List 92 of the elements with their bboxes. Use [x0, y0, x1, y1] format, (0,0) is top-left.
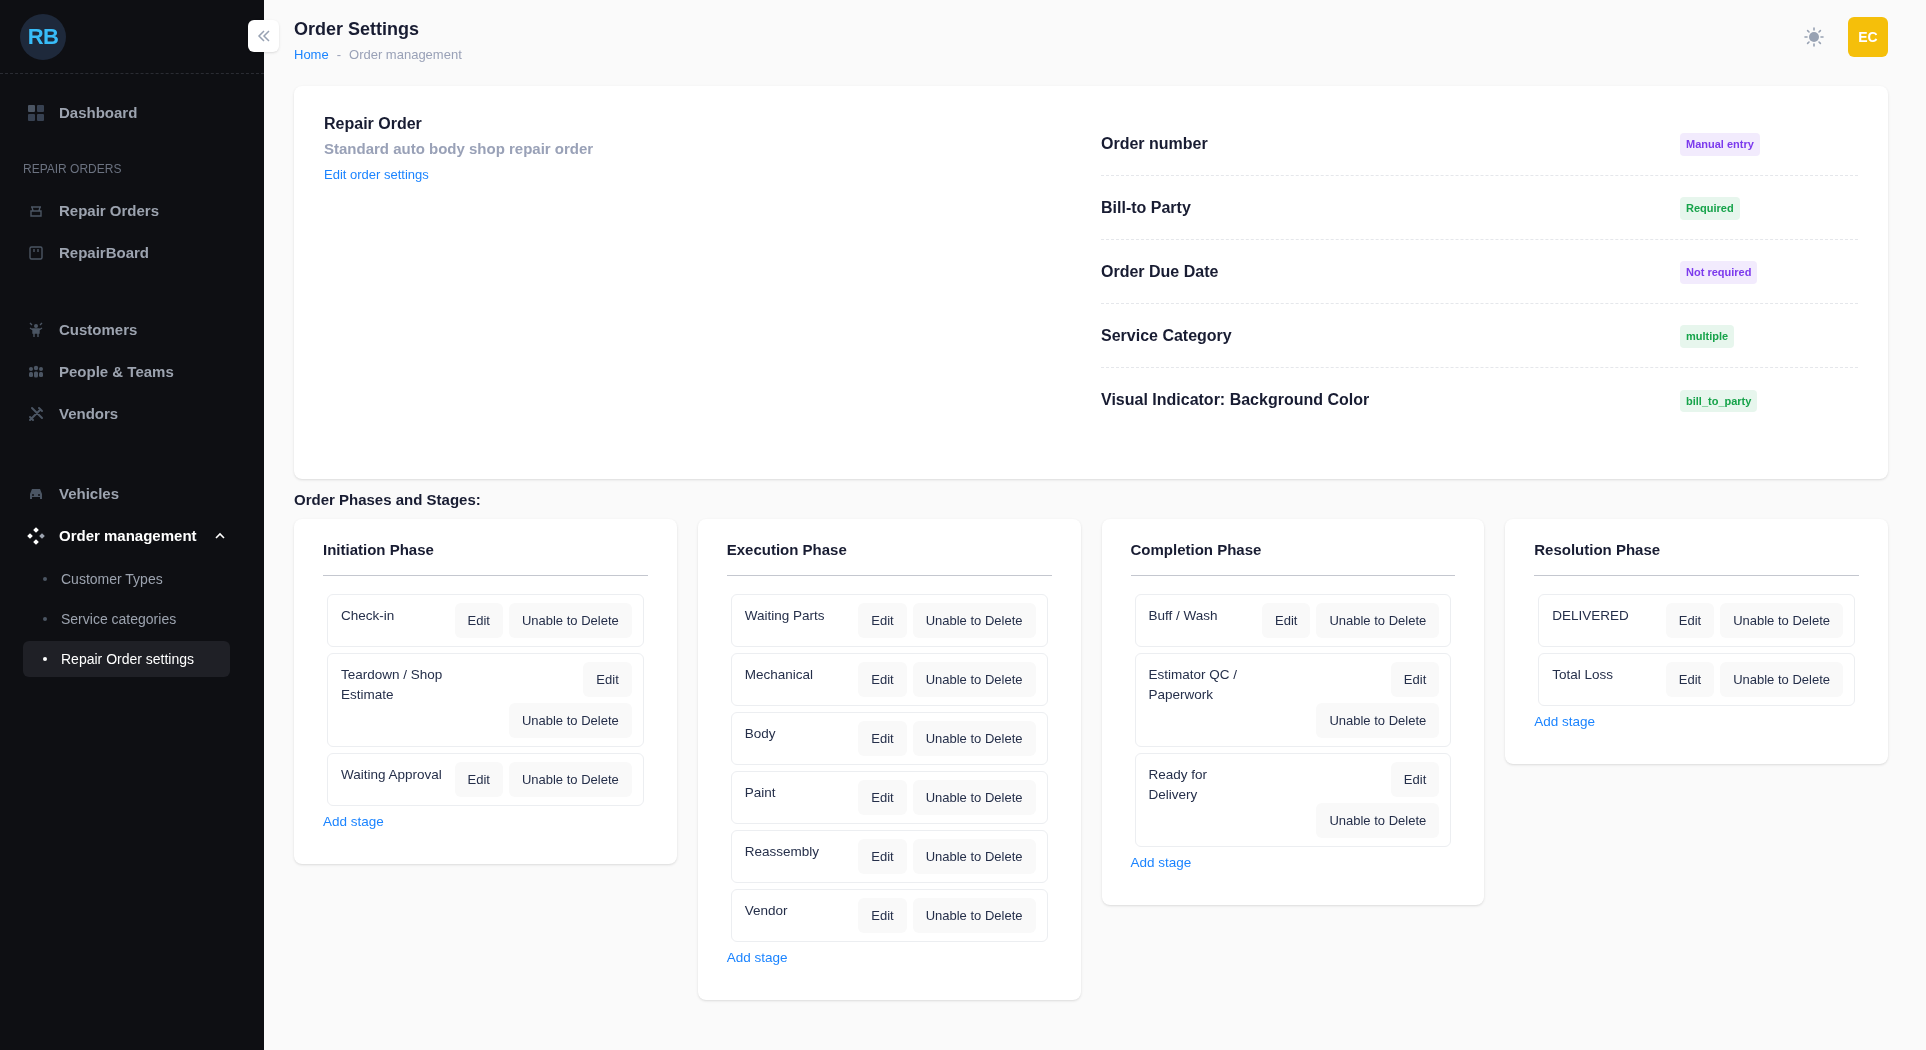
- stage-button[interactable]: Unable to Delete: [1720, 662, 1843, 697]
- stage-button[interactable]: Edit: [1262, 603, 1311, 638]
- stage-button[interactable]: Edit: [1665, 603, 1715, 638]
- car-icon: [27, 486, 45, 502]
- stage-button[interactable]: Edit: [858, 603, 907, 638]
- sun-icon[interactable]: [1804, 27, 1824, 47]
- stage-button[interactable]: Unable to Delete: [912, 839, 1036, 874]
- phases-heading: Order Phases and Stages:: [294, 490, 482, 510]
- stage-name: Vendor: [744, 902, 789, 920]
- add-stage-link[interactable]: Add stage: [1130, 853, 1192, 874]
- stage-button[interactable]: Unable to Delete: [1316, 803, 1440, 838]
- grid-icon: [27, 104, 45, 122]
- person-icon: [28, 322, 44, 338]
- status-badge: bill_to_party: [1680, 389, 1758, 413]
- sidebar-item[interactable]: People & Teams: [23, 351, 230, 393]
- stage-name: Total Loss: [1552, 666, 1615, 684]
- stage-button[interactable]: Unable to Delete: [912, 721, 1036, 756]
- status-badge: Manual entry: [1680, 133, 1760, 156]
- breadcrumb-text: -: [336, 46, 342, 64]
- logo[interactable]: RB: [20, 13, 66, 60]
- phase-title: Initiation Phase: [323, 538, 648, 576]
- tools-icon: [28, 406, 44, 422]
- sidebar-item[interactable]: RepairBoard: [23, 232, 230, 274]
- stage-button[interactable]: Edit: [858, 780, 907, 815]
- stage-name: Paint: [744, 784, 777, 802]
- diamond-grid-icon: [27, 527, 45, 545]
- stage-name: Mechanical: [744, 666, 815, 684]
- setting-label: Service Category: [1101, 325, 1233, 346]
- stage-button[interactable]: Edit: [1390, 662, 1440, 697]
- stage-button[interactable]: Unable to Delete: [912, 662, 1036, 697]
- stage-name: Body: [744, 725, 777, 743]
- phase-title: Execution Phase: [726, 538, 1052, 576]
- stage-button[interactable]: Unable to Delete: [508, 703, 632, 738]
- stage-button[interactable]: Unable to Delete: [1316, 703, 1440, 738]
- page-title: Order Settings: [294, 18, 421, 41]
- setting-label: Order number: [1101, 133, 1209, 154]
- add-stage-link[interactable]: Add stage: [1534, 712, 1596, 733]
- add-stage-link[interactable]: Add stage: [726, 948, 788, 969]
- phase-title: Completion Phase: [1130, 538, 1456, 576]
- submenu-item[interactable]: Service categories: [23, 601, 230, 637]
- stage-button[interactable]: Unable to Delete: [912, 603, 1036, 638]
- submenu-item[interactable]: Repair Order settings: [23, 641, 230, 677]
- status-badge: multiple: [1680, 325, 1735, 348]
- stage-name: Ready for Delivery: [1148, 766, 1209, 805]
- edit-order-settings-link[interactable]: Edit order settings: [324, 164, 429, 184]
- tray-icon: [28, 203, 44, 219]
- stage-button[interactable]: Unable to Delete: [508, 603, 632, 638]
- stage-button[interactable]: Unable to Delete: [508, 762, 632, 797]
- stage-button[interactable]: Edit: [1390, 762, 1440, 797]
- sidebar-item[interactable]: Vehicles: [23, 473, 230, 515]
- setting-label: Visual Indicator: Background Color: [1101, 390, 1371, 410]
- people-icon: [27, 364, 45, 380]
- double-chevron-left-icon: [256, 30, 271, 42]
- stage-button[interactable]: Edit: [583, 662, 632, 697]
- stage-name: Waiting Approval: [341, 766, 442, 784]
- stage-button[interactable]: Edit: [858, 898, 907, 933]
- status-badge: Not required: [1680, 261, 1758, 284]
- stage-button[interactable]: Unable to Delete: [912, 898, 1036, 933]
- section-label: REPAIR ORDERS: [23, 161, 123, 178]
- stage-button[interactable]: Edit: [454, 762, 503, 797]
- order-description: Standard auto body shop repair order: [324, 139, 595, 159]
- stage-button[interactable]: Edit: [858, 662, 907, 697]
- breadcrumb-text: Order management: [349, 46, 462, 64]
- submenu-item[interactable]: Customer Types: [23, 561, 230, 597]
- stage-button[interactable]: Unable to Delete: [1720, 603, 1843, 638]
- sidebar-item[interactable]: Dashboard: [23, 92, 230, 134]
- setting-label: Bill-to Party: [1101, 197, 1192, 218]
- stage-name: Estimator QC / Paperwork: [1148, 666, 1238, 705]
- add-stage-link[interactable]: Add stage: [323, 812, 384, 833]
- stage-name: Reassembly: [744, 843, 821, 861]
- order-title: Repair Order: [324, 114, 423, 134]
- sidebar-item[interactable]: Customers: [23, 309, 230, 351]
- sidebar-item[interactable]: Repair Orders: [23, 190, 230, 232]
- status-badge: Required: [1680, 197, 1740, 220]
- stage-button[interactable]: Edit: [858, 839, 907, 874]
- setting-label: Order Due Date: [1101, 261, 1220, 282]
- stage-button[interactable]: Edit: [454, 603, 503, 638]
- stage-name: Buff / Wash: [1148, 607, 1219, 625]
- sidebar-item[interactable]: Vendors: [23, 393, 230, 435]
- stage-name: Teardown / Shop Estimate: [341, 666, 444, 705]
- breadcrumb-link[interactable]: Home: [294, 45, 329, 65]
- board-icon: [28, 245, 44, 261]
- stage-button[interactable]: Unable to Delete: [912, 780, 1036, 815]
- stage-button[interactable]: Edit: [858, 721, 907, 756]
- sidebar-item[interactable]: Order management: [23, 515, 230, 557]
- stage-button[interactable]: Unable to Delete: [1316, 603, 1440, 638]
- stage-name: DELIVERED: [1552, 607, 1630, 625]
- stage-name: Waiting Parts: [744, 607, 826, 625]
- phase-title: Resolution Phase: [1534, 538, 1859, 576]
- collapse-button[interactable]: [248, 20, 279, 52]
- stage-name: Check-in: [341, 607, 396, 625]
- stage-button[interactable]: Edit: [1665, 662, 1715, 697]
